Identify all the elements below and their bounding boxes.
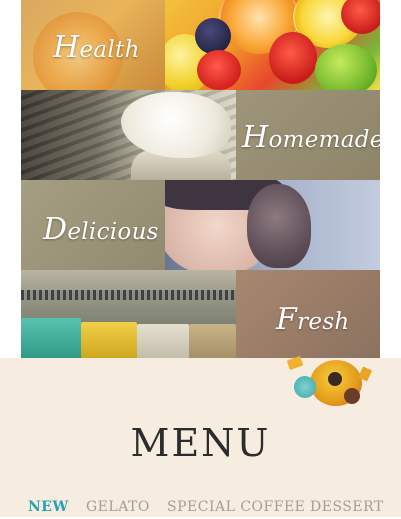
apple-image <box>315 44 377 90</box>
sprinkle-shape <box>286 355 304 371</box>
tile-health[interactable]: Health <box>21 0 165 90</box>
tile-homemade[interactable]: Homemade <box>236 90 380 180</box>
chocolate-scoop-image <box>247 184 311 268</box>
chocolate-chip-shape <box>344 388 360 404</box>
gelato-tub-vanilla <box>137 324 189 358</box>
display-rail-image <box>21 290 236 300</box>
child-eating-gelato-photo <box>165 180 380 270</box>
tile-fresh-label: Fresh <box>276 302 350 337</box>
gelato-display-case-photo <box>21 270 236 358</box>
fruit-photo <box>165 0 380 90</box>
strawberry-image <box>269 32 317 84</box>
menu-heading: MENU <box>130 421 271 465</box>
tile-delicious-label: Delicious <box>43 212 159 247</box>
blackberry-image <box>195 18 231 54</box>
gelato-tub-caramel <box>189 324 236 358</box>
tab-special-coffee[interactable]: SPECIAL COFFEE <box>167 499 305 515</box>
strawberry-image <box>197 50 241 90</box>
tab-dessert[interactable]: DESSERT <box>310 499 384 515</box>
gelato-tub-mint <box>21 318 81 358</box>
hero-photo-grid: Health Homemade Delicious Fresh <box>21 0 380 358</box>
tile-health-label: Health <box>53 30 140 65</box>
scooping-gelato-photo <box>21 90 236 180</box>
tab-new[interactable]: NEW <box>28 499 69 515</box>
tile-fresh[interactable]: Fresh <box>236 270 380 358</box>
gelato-decoration-image <box>286 355 374 414</box>
tile-delicious[interactable]: Delicious <box>21 180 165 270</box>
tab-gelato[interactable]: GELATO <box>86 499 150 515</box>
gelato-tub-yellow <box>81 322 137 358</box>
mint-drop-shape <box>294 376 316 398</box>
menu-tabs: NEW GELATO SPECIAL COFFEE DESSERT <box>0 499 401 519</box>
chocolate-chip-shape <box>328 372 342 386</box>
tile-homemade-label: Homemade <box>242 120 380 155</box>
